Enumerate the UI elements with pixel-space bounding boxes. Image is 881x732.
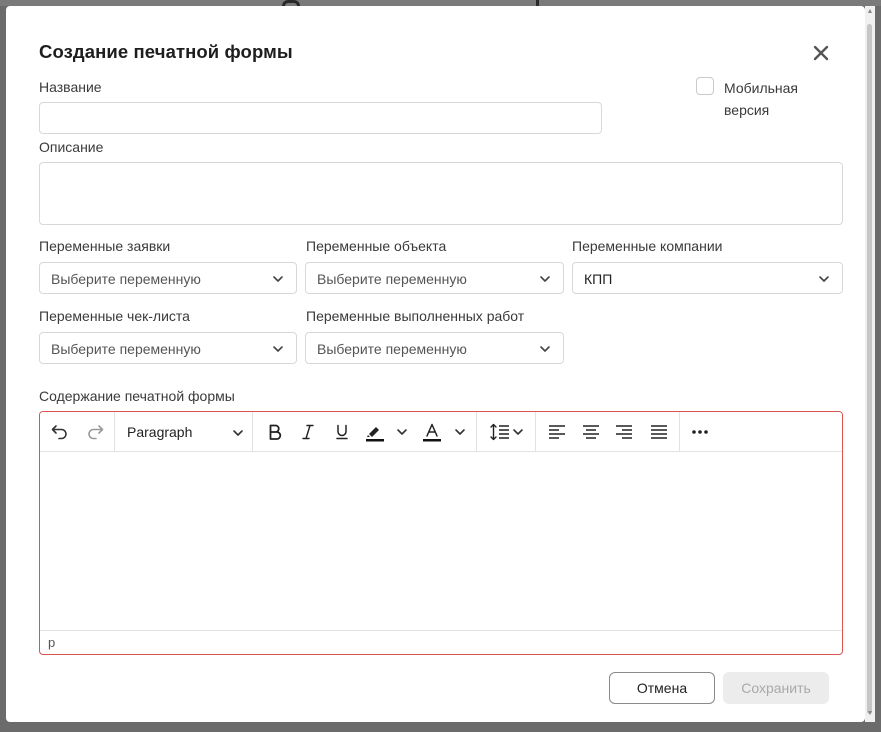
close-icon[interactable] <box>810 42 832 64</box>
align-right-icon[interactable] <box>612 420 636 444</box>
scroll-up-icon[interactable]: ▲ <box>866 8 874 16</box>
description-label: Описание <box>39 139 104 155</box>
vars-object-select[interactable]: Выберите переменную <box>305 262 564 294</box>
block-format-value: Paragraph <box>127 424 193 440</box>
toolbar-divider <box>476 412 477 452</box>
underline-icon[interactable] <box>330 420 354 444</box>
vars-checklist-value: Выберите переменную <box>51 341 201 357</box>
toolbar-divider <box>535 412 536 452</box>
cancel-button[interactable]: Отмена <box>609 672 715 704</box>
chevron-down-icon <box>272 273 284 285</box>
italic-icon[interactable] <box>296 420 320 444</box>
vars-company-label: Переменные компании <box>572 238 723 254</box>
align-center-icon[interactable] <box>579 420 603 444</box>
toolbar-divider <box>114 412 115 452</box>
editor-content-area[interactable] <box>40 452 842 630</box>
element-path[interactable]: p <box>48 635 55 650</box>
vars-works-label: Переменные выполненных работ <box>306 308 525 324</box>
vars-object-value: Выберите переменную <box>317 271 467 287</box>
line-height-icon[interactable] <box>487 420 527 444</box>
undo-icon[interactable] <box>48 420 72 444</box>
dialog-title: Создание печатной формы <box>39 41 293 62</box>
vars-checklist-select[interactable]: Выберите переменную <box>39 332 297 364</box>
scroll-down-icon[interactable]: ▼ <box>866 710 874 718</box>
align-justify-icon[interactable] <box>647 420 671 444</box>
vars-request-select[interactable]: Выберите переменную <box>39 262 297 294</box>
toolbar-divider <box>252 412 253 452</box>
vars-works-value: Выберите переменную <box>317 341 467 357</box>
chevron-down-icon <box>232 426 244 444</box>
redo-icon[interactable] <box>83 420 107 444</box>
editor-toolbar: Paragraph <box>40 412 842 452</box>
description-textarea[interactable] <box>39 162 843 225</box>
vars-request-label: Переменные заявки <box>39 238 171 254</box>
toolbar-divider <box>679 412 680 452</box>
name-label: Название <box>39 79 102 95</box>
bold-icon[interactable] <box>263 420 287 444</box>
vars-object-label: Переменные объекта <box>306 238 447 254</box>
chevron-down-icon <box>539 273 551 285</box>
print-form-dialog: Создание печатной формы Название Мобильн… <box>6 6 865 722</box>
vars-request-value: Выберите переменную <box>51 271 201 287</box>
text-color-icon[interactable] <box>421 420 467 444</box>
save-button[interactable]: Сохранить <box>723 672 829 704</box>
vars-company-select[interactable]: КПП <box>572 262 843 294</box>
vars-checklist-label: Переменные чек-листа <box>39 308 190 324</box>
editor-statusbar: p <box>40 630 842 654</box>
mobile-version-checkbox[interactable] <box>696 77 714 95</box>
chevron-down-icon <box>539 343 551 355</box>
content-label: Содержание печатной формы <box>39 388 235 404</box>
block-format-select[interactable]: Paragraph <box>116 420 250 444</box>
vars-company-value: КПП <box>584 271 613 287</box>
chevron-down-icon <box>818 273 830 285</box>
name-input[interactable] <box>39 102 602 134</box>
scrollbar-thumb[interactable] <box>867 24 872 714</box>
more-icon[interactable] <box>688 420 712 444</box>
rich-text-editor: Paragraph p <box>39 411 843 655</box>
chevron-down-icon <box>272 343 284 355</box>
align-left-icon[interactable] <box>545 420 569 444</box>
mobile-version-label: Мобильная версия <box>724 80 799 118</box>
highlight-color-icon[interactable] <box>363 420 409 444</box>
vars-works-select[interactable]: Выберите переменную <box>305 332 564 364</box>
